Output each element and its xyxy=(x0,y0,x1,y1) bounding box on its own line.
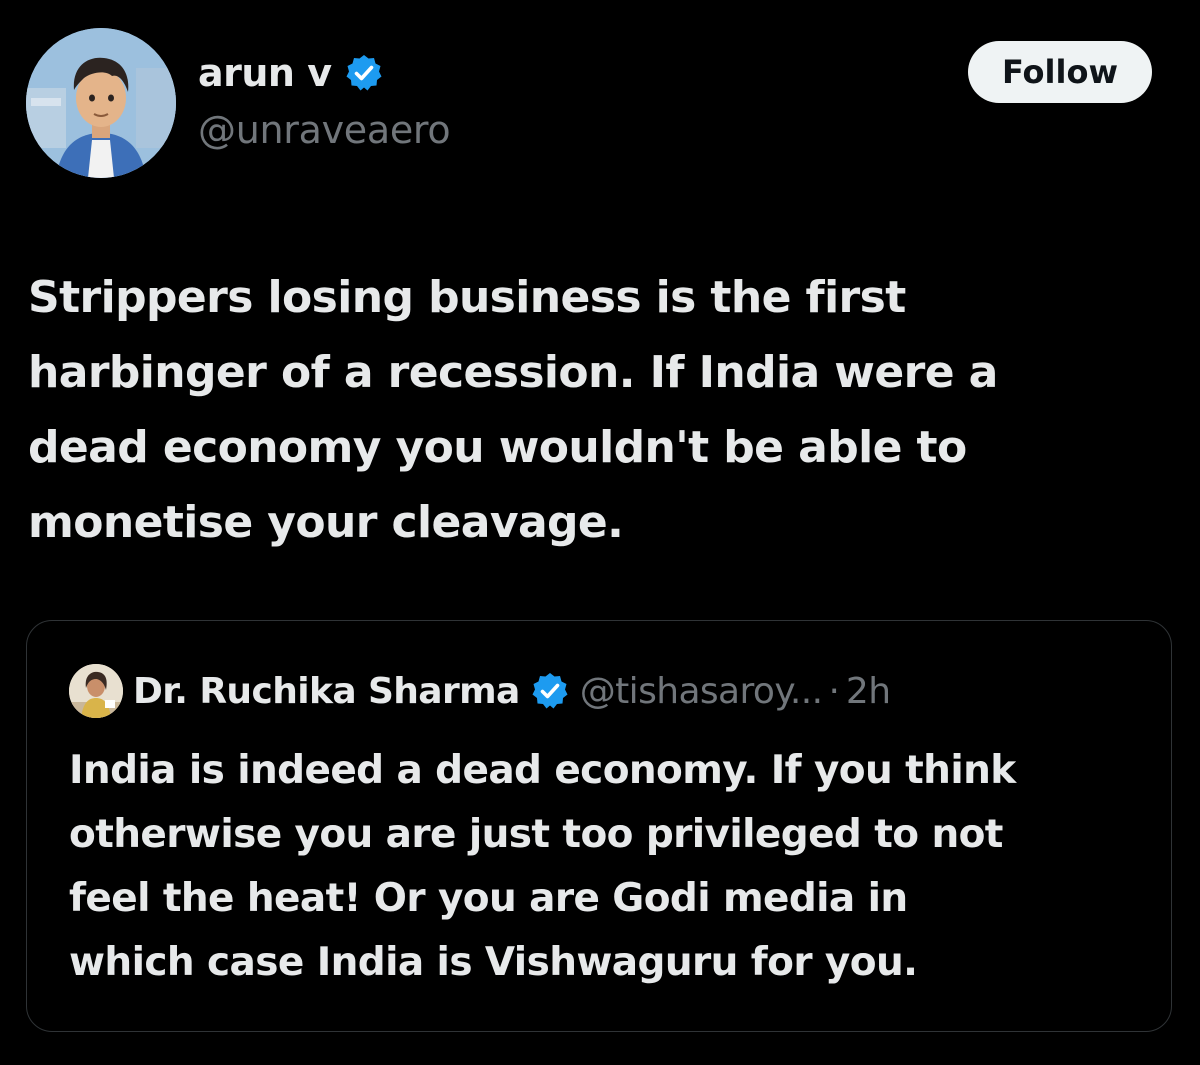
quoted-author-display-name[interactable]: Dr. Ruchika Sharma xyxy=(133,671,520,712)
verified-badge-icon xyxy=(344,53,384,93)
woman-avatar-icon xyxy=(69,664,123,718)
quoted-author-avatar[interactable] xyxy=(69,664,123,718)
quoted-tweet-card[interactable]: Dr. Ruchika Sharma @tishasaroy... · 2h I… xyxy=(26,620,1172,1032)
quoted-separator-dot: · xyxy=(828,670,840,712)
author-handle[interactable]: @unraveaero xyxy=(198,108,451,152)
quoted-timestamp[interactable]: 2h xyxy=(846,671,891,712)
author-avatar[interactable] xyxy=(26,28,176,178)
quoted-verified-badge-icon xyxy=(530,671,570,711)
author-display-name[interactable]: arun v xyxy=(198,51,332,95)
quoted-tweet-text: India is indeed a dead economy. If you t… xyxy=(69,748,1016,985)
tweet: arun v @unraveaero Follow Strippers losi… xyxy=(0,0,1200,1065)
follow-button[interactable]: Follow xyxy=(968,41,1152,103)
cartoon-man-avatar-icon xyxy=(26,28,176,178)
quoted-tweet-header: Dr. Ruchika Sharma @tishasaroy... · 2h xyxy=(69,661,891,721)
quoted-author-handle[interactable]: @tishasaroy... xyxy=(580,671,823,712)
tweet-text: Strippers losing business is the first h… xyxy=(28,272,998,548)
author-name-row: arun v xyxy=(198,48,384,98)
